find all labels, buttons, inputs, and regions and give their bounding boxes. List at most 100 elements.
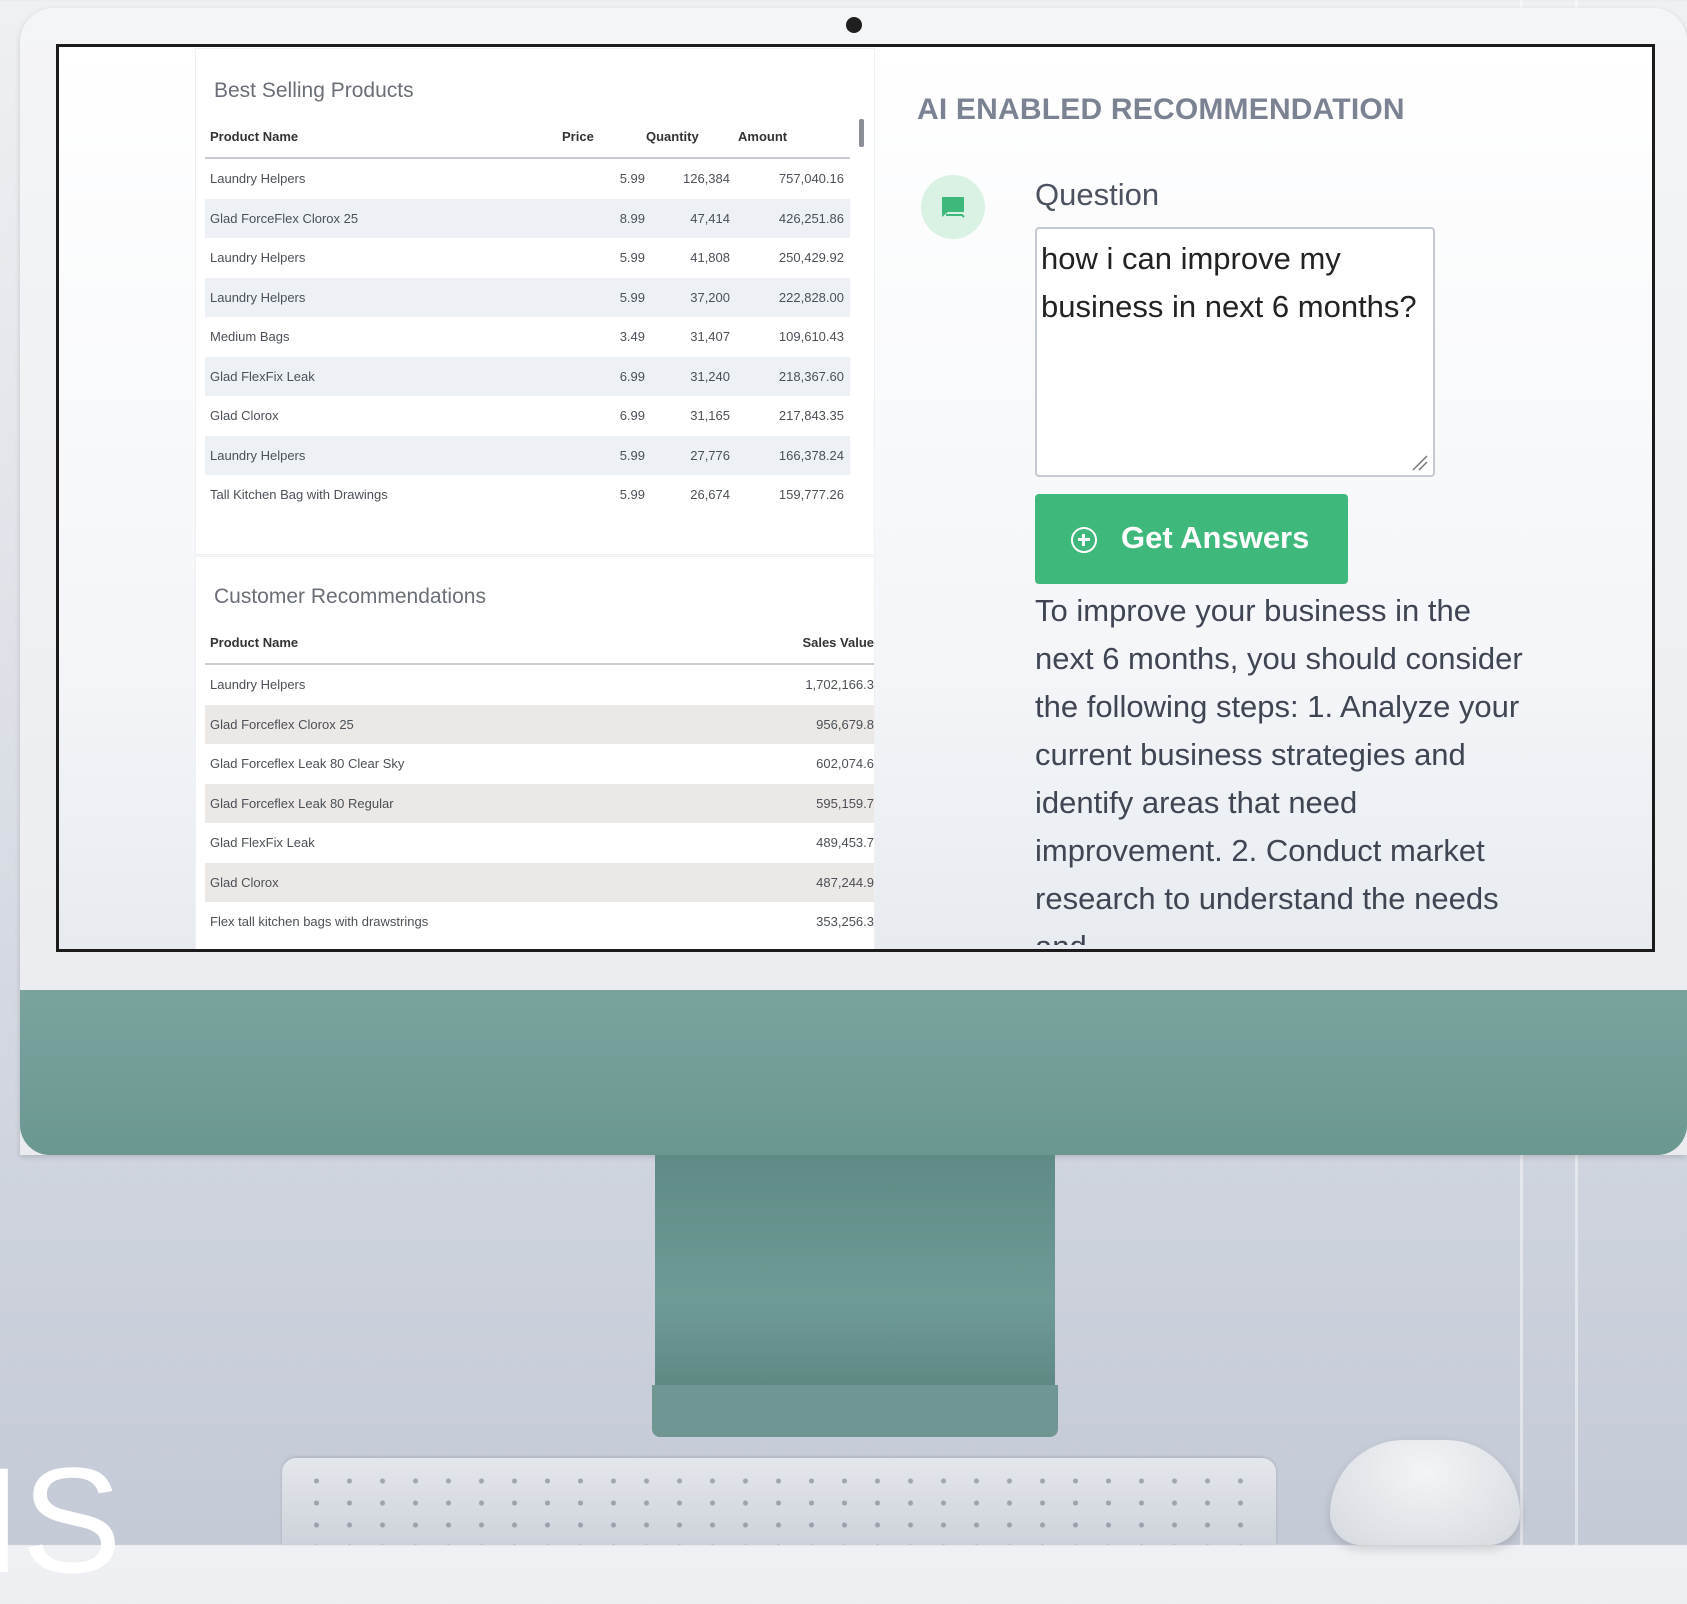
cell-product-name: Glad ForceFlex Clorox 25 [210,210,359,226]
cell-amount: 250,429.92 [778,250,844,265]
cell-sales-value: 595,159.7 [816,795,874,811]
cell-sales-value: 602,074.6 [816,756,874,771]
cell-price: 6.99 [619,408,645,423]
cell-quantity: 126,384 [683,171,730,186]
cell-product-name: Glad Forceflex Clorox 25 [210,716,354,732]
cell-quantity: 26,674 [690,487,730,502]
answer-text: To improve your business in the next 6 m… [1035,593,1523,945]
plus-circle-icon [1071,527,1097,553]
cell-quantity: 37,200 [690,289,730,305]
cell-product-name: Flex tall kitchen bags with drawstrings [210,914,429,929]
monitor-stand [655,1155,1055,1400]
mouse [1330,1440,1520,1545]
table-row[interactable]: Flex tall kitchen bags with drawstrings 3… [205,902,874,942]
cell-sales-value: 956,679.8 [816,716,874,732]
table-row[interactable]: Glad Forceflex Leak 80 Clear Sky 602,074.… [205,744,874,784]
cell-product-name: Laundry Helpers [210,289,306,305]
camera-dot [846,17,862,33]
cell-product-name: Laundry Helpers [210,677,306,692]
cell-amount: 217,843.35 [778,408,844,423]
get-answers-label: Get Answers [1121,520,1310,555]
cell-quantity: 47,414 [690,210,730,226]
table-row[interactable]: Laundry Helpers 5.99 126,384 757,040.16 [205,159,850,199]
cell-amount: 757,040.16 [778,171,844,186]
cell-product-name: Glad Clorox [210,874,279,890]
resize-grip-icon[interactable] [1409,452,1429,472]
cell-price: 5.99 [619,289,645,305]
cell-sales-value: 353,256.3 [816,914,874,929]
question-label: Question [1035,177,1160,212]
cell-product-name: Glad Forceflex Leak 80 Regular [210,795,394,811]
best-selling-panel: Best Selling Products Product Name Price… [196,49,874,554]
table-row[interactable]: Glad Forceflex Clorox 25 956,679.8 [205,704,874,744]
cell-price: 5.99 [619,487,645,502]
question-input[interactable]: how i can improve my business in next 6 … [1035,227,1435,477]
table-row[interactable]: Glad FlexFix Leak 489,453.7 [205,823,874,863]
table-row[interactable]: Glad FlexFix Leak 6.99 31,240 218,367.60 [205,356,850,396]
screen: Best Selling Products Product Name Price… [56,44,1655,952]
cell-amount: 159,777.26 [778,487,844,502]
cell-product-name: Glad Forceflex Leak 80 Clear Sky [210,756,405,771]
table-scrollbar[interactable] [859,119,864,147]
cell-amount: 109,610.43 [778,329,844,344]
table-header: Product Name Price Quantity Amount [205,115,850,159]
cell-price: 5.99 [619,250,645,265]
cell-product-name: Medium Bags [210,329,290,344]
best-selling-rows: Laundry Helpers 5.99 126,384 757,040.16 Glad… [205,159,850,515]
table-row[interactable]: Laundry Helpers 5.99 37,200 222,828.00 [205,277,850,317]
table-row[interactable]: Glad Clorox 6.99 31,165 217,843.35 [205,396,850,436]
cell-product-name: Laundry Helpers [210,447,306,463]
keyboard [282,1458,1276,1545]
cell-quantity: 27,776 [690,447,730,463]
table-row[interactable]: Glad Clorox 487,244.9 [205,862,874,902]
table-header: Product Name Sales Value [205,621,874,665]
col-sales-value[interactable]: Sales Value [802,635,874,650]
cell-quantity: 41,808 [690,250,730,265]
chat-icon [921,175,985,239]
col-quantity[interactable]: Quantity [646,129,699,144]
col-amount[interactable]: Amount [738,129,787,144]
customer-recs-table: Product Name Sales Value Laundry Helpers… [205,621,874,942]
table-row[interactable]: Laundry Helpers 1,702,166.3 [205,665,874,705]
cell-price: 6.99 [619,368,645,384]
cell-amount: 218,367.60 [778,368,844,384]
cell-product-name: Glad FlexFix Leak [210,835,315,850]
col-product-name[interactable]: Product Name [210,129,298,144]
table-row[interactable]: Medium Bags 3.49 31,407 109,610.43 [205,317,850,357]
table-row[interactable]: Tall Kitchen Bag with Drawings 5.99 26,674… [205,475,850,515]
chat-bubble-icon [942,197,965,218]
table-row[interactable]: Laundry Helpers 5.99 41,808 250,429.92 [205,238,850,278]
cell-amount: 166,378.24 [778,447,844,463]
cell-quantity: 31,165 [690,408,730,423]
cell-sales-value: 487,244.9 [816,874,874,890]
table-row[interactable]: Glad ForceFlex Clorox 25 8.99 47,414 426,25… [205,198,850,238]
cell-product-name: Glad Clorox [210,408,279,423]
cell-amount: 222,828.00 [778,289,844,305]
cell-price: 8.99 [619,210,645,226]
col-price[interactable]: Price [562,129,594,144]
cell-price: 3.49 [619,329,645,344]
best-selling-table: Product Name Price Quantity Amount Laund… [205,115,850,515]
cell-sales-value: 1,702,166.3 [805,677,874,692]
cell-price: 5.99 [619,447,645,463]
cell-product-name: Laundry Helpers [210,250,306,265]
col-product-name[interactable]: Product Name [210,635,298,650]
customer-recs-rows: Laundry Helpers 1,702,166.3 Glad Forceflex… [205,665,874,942]
keyboard-keys [300,1470,1258,1545]
cell-price: 5.99 [619,171,645,186]
ai-section-title: AI ENABLED RECOMMENDATION [917,93,1405,126]
get-answers-button[interactable]: Get Answers [1035,494,1348,584]
cell-product-name: Laundry Helpers [210,171,306,186]
best-selling-title: Best Selling Products [214,79,414,102]
customer-recs-title: Customer Recommendations [214,585,486,608]
cell-product-name: Tall Kitchen Bag with Drawings [210,487,388,502]
table-row[interactable]: Laundry Helpers 5.99 27,776 166,378.24 [205,435,850,475]
cell-quantity: 31,407 [690,329,730,344]
cell-quantity: 31,240 [690,368,730,384]
monitor-chin [20,990,1687,1155]
corner-text: IS [0,1436,122,1604]
table-row[interactable]: Glad Forceflex Leak 80 Regular 595,159.7 [205,783,874,823]
cell-sales-value: 489,453.7 [816,835,874,850]
monitor-stand-foot [652,1385,1058,1437]
customer-recs-panel: Customer Recommendations Product Name Sa… [196,557,874,949]
